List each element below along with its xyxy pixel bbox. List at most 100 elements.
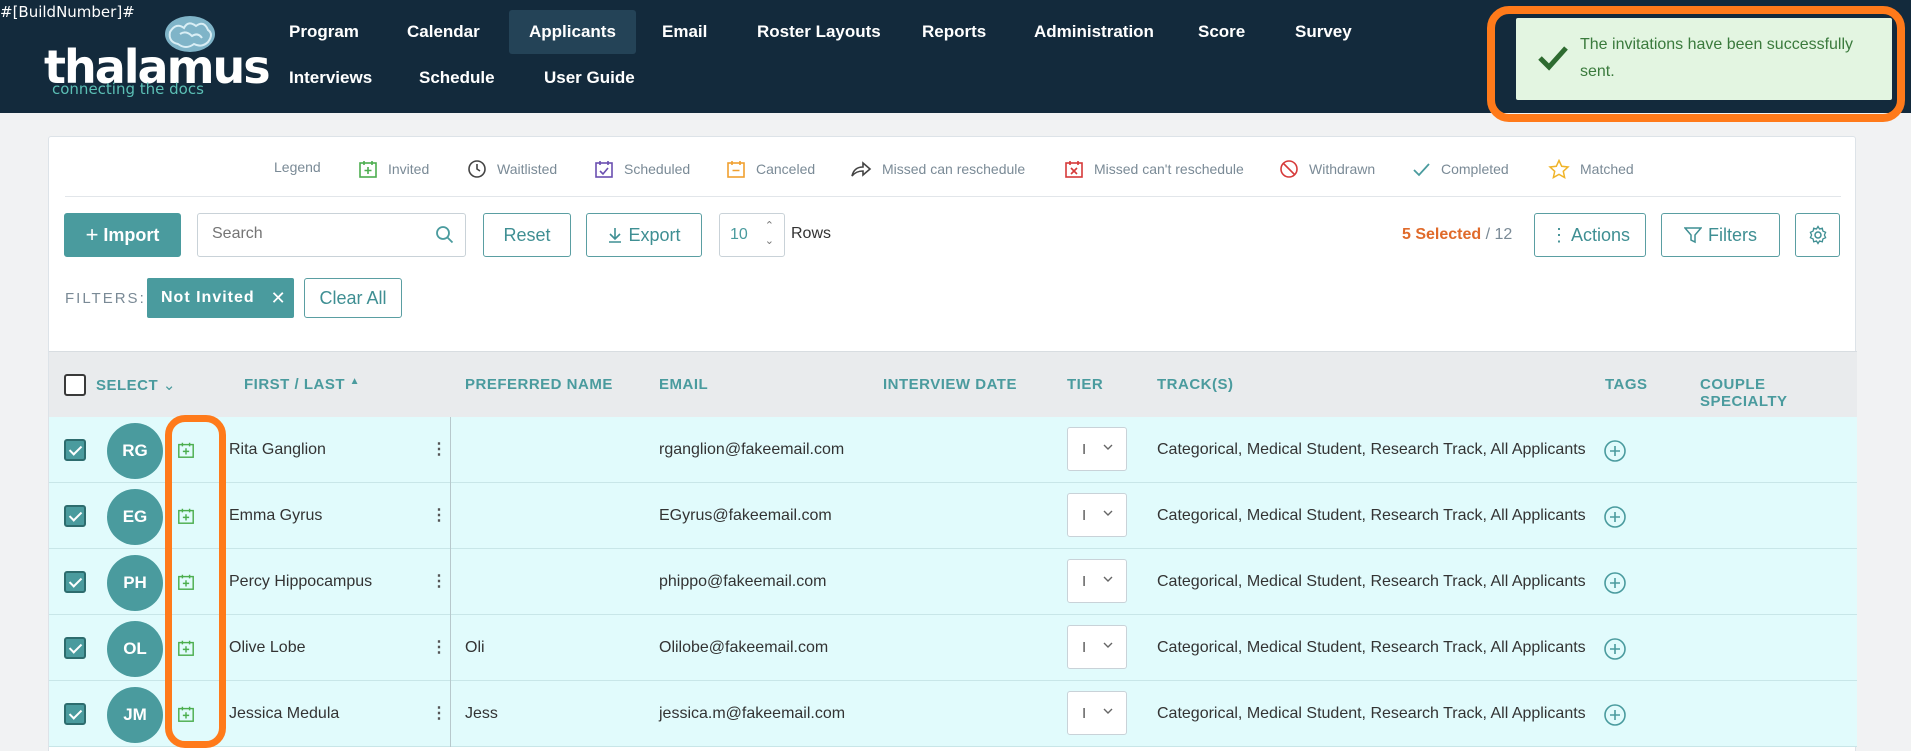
table-row[interactable]: OL Olive Lobe ⋮ Oli Olilobe@fakeemail.co…	[49, 615, 1857, 681]
col-couple-specialty[interactable]: COUPLE SPECIALTY	[1700, 376, 1857, 410]
vertical-dots-icon: ⋮	[1549, 224, 1568, 245]
applicants-card: Legend Invited Waitlisted Scheduled Canc…	[48, 136, 1857, 751]
row-checkbox[interactable]	[64, 703, 86, 725]
search-field[interactable]	[197, 213, 466, 257]
chevron-down-icon[interactable]: ⌄	[163, 377, 176, 394]
nav-email[interactable]: Email	[642, 10, 727, 54]
table-row[interactable]: RG Rita Ganglion ⋮ rganglion@fakeemail.c…	[49, 417, 1857, 483]
email: phippo@fakeemail.com	[659, 573, 827, 590]
reset-button[interactable]: Reset	[483, 213, 571, 257]
import-button[interactable]: + Import	[64, 213, 181, 257]
avatar: RG	[107, 423, 163, 479]
tier-select[interactable]: I	[1067, 691, 1127, 735]
add-tag-icon[interactable]	[1603, 505, 1627, 529]
applicant-name[interactable]: Emma Gyrus	[229, 507, 322, 525]
nav-user-guide[interactable]: User Guide	[524, 56, 655, 100]
nav-roster-layouts[interactable]: Roster Layouts	[737, 10, 901, 54]
applicant-name[interactable]: Olive Lobe	[229, 639, 306, 657]
sort-up-icon: ▲	[349, 376, 361, 387]
row-menu-icon[interactable]: ⋮	[431, 571, 447, 591]
stepper-arrows-icon[interactable]: ⌃ ⌄	[765, 219, 774, 249]
tier-select[interactable]: I	[1067, 493, 1127, 537]
legend-bar: Legend Invited Waitlisted Scheduled Canc…	[49, 137, 1857, 197]
table-header: SELECT ⌄ FIRST / LAST ▲ PREFERRED NAME E…	[49, 351, 1857, 417]
col-first-last[interactable]: FIRST / LAST ▲	[244, 376, 360, 393]
nav-program[interactable]: Program	[269, 10, 379, 54]
search-input[interactable]	[212, 214, 432, 254]
row-checkbox[interactable]	[64, 505, 86, 527]
col-email[interactable]: EMAIL	[659, 376, 708, 393]
select-all-checkbox[interactable]	[64, 374, 86, 396]
selection-count: 5 Selected / 12	[1402, 226, 1513, 243]
add-tag-icon[interactable]	[1603, 703, 1627, 727]
row-checkbox[interactable]	[64, 439, 86, 461]
legend-item-waitlisted: Waitlisted	[467, 159, 557, 179]
row-menu-icon[interactable]: ⋮	[431, 703, 447, 723]
thalamus-logo[interactable]: thalamus connecting the docs	[44, 14, 271, 98]
col-interview-date[interactable]: INTERVIEW DATE	[883, 376, 1017, 393]
row-menu-icon[interactable]: ⋮	[431, 505, 447, 525]
ban-icon	[1280, 160, 1298, 178]
row-menu-icon[interactable]: ⋮	[431, 439, 447, 459]
tier-select[interactable]: I	[1067, 625, 1127, 669]
applicant-name[interactable]: Rita Ganglion	[229, 441, 326, 459]
col-preferred-name[interactable]: PREFERRED NAME	[465, 376, 613, 393]
email: EGyrus@fakeemail.com	[659, 507, 832, 524]
clear-all-button[interactable]: Clear All	[304, 278, 402, 318]
row-checkbox[interactable]	[64, 637, 86, 659]
rows-per-page-stepper[interactable]: 10 ⌃ ⌄	[719, 213, 785, 257]
preferred-name: Oli	[465, 639, 485, 656]
filter-chip-not-invited[interactable]: Not Invited ✕	[147, 278, 294, 318]
email: jessica.m@fakeemail.com	[659, 705, 846, 722]
legend-item-withdrawn: Withdrawn	[1279, 159, 1375, 179]
email: Olilobe@fakeemail.com	[659, 639, 829, 656]
plus-icon: +	[85, 222, 99, 247]
column-divider	[450, 483, 451, 549]
applicant-name[interactable]: Jessica Medula	[229, 705, 339, 723]
close-icon[interactable]: ✕	[271, 288, 287, 309]
col-tracks[interactable]: TRACK(S)	[1157, 376, 1234, 393]
nav-applicants[interactable]: Applicants	[509, 10, 636, 54]
email: rganglion@fakeemail.com	[659, 441, 845, 458]
settings-button[interactable]	[1795, 213, 1840, 257]
chevron-down-icon	[1103, 510, 1113, 516]
nav-administration[interactable]: Administration	[1014, 10, 1174, 54]
tracks: Categorical, Medical Student, Research T…	[1157, 441, 1586, 458]
column-divider	[450, 681, 451, 747]
add-tag-icon[interactable]	[1603, 637, 1627, 661]
table-row[interactable]: EG Emma Gyrus ⋮ EGyrus@fakeemail.com I C…	[49, 483, 1857, 549]
col-select[interactable]: SELECT ⌄	[96, 376, 176, 394]
applicant-name[interactable]: Percy Hippocampus	[229, 573, 372, 591]
add-tag-icon[interactable]	[1603, 439, 1627, 463]
tier-select[interactable]: I	[1067, 427, 1127, 471]
avatar: EG	[107, 489, 163, 545]
table-row[interactable]: JM Jessica Medula ⋮ Jess jessica.m@fakee…	[49, 681, 1857, 747]
table-row[interactable]: PH Percy Hippocampus ⋮ phippo@fakeemail.…	[49, 549, 1857, 615]
actions-button[interactable]: ⋮ Actions	[1534, 213, 1646, 257]
nav-interviews[interactable]: Interviews	[269, 56, 392, 100]
nav-score[interactable]: Score	[1178, 10, 1265, 54]
avatar: JM	[107, 687, 163, 743]
nav-schedule[interactable]: Schedule	[399, 56, 515, 100]
tier-select[interactable]: I	[1067, 559, 1127, 603]
col-tier[interactable]: TIER	[1067, 376, 1103, 393]
col-tags[interactable]: TAGS	[1605, 376, 1648, 393]
clock-icon	[468, 160, 486, 178]
rows-label: Rows	[791, 225, 832, 242]
nav-calendar[interactable]: Calendar	[387, 10, 500, 54]
row-menu-icon[interactable]: ⋮	[431, 637, 447, 657]
legend-item-canceled: Canceled	[726, 159, 815, 179]
tracks: Categorical, Medical Student, Research T…	[1157, 507, 1586, 524]
legend-item-missed-can-reschedule: Missed can reschedule	[850, 159, 1025, 179]
legend-item-completed: Completed	[1411, 159, 1509, 179]
filters-button[interactable]: Filters	[1661, 213, 1780, 257]
avatar: OL	[107, 621, 163, 677]
row-checkbox[interactable]	[64, 571, 86, 593]
search-icon[interactable]	[435, 225, 455, 245]
export-button[interactable]: Export	[586, 213, 702, 257]
calendar-x-icon	[1065, 161, 1083, 178]
nav-survey[interactable]: Survey	[1275, 10, 1372, 54]
nav-reports[interactable]: Reports	[902, 10, 1006, 54]
gear-icon	[1809, 225, 1826, 245]
add-tag-icon[interactable]	[1603, 571, 1627, 595]
